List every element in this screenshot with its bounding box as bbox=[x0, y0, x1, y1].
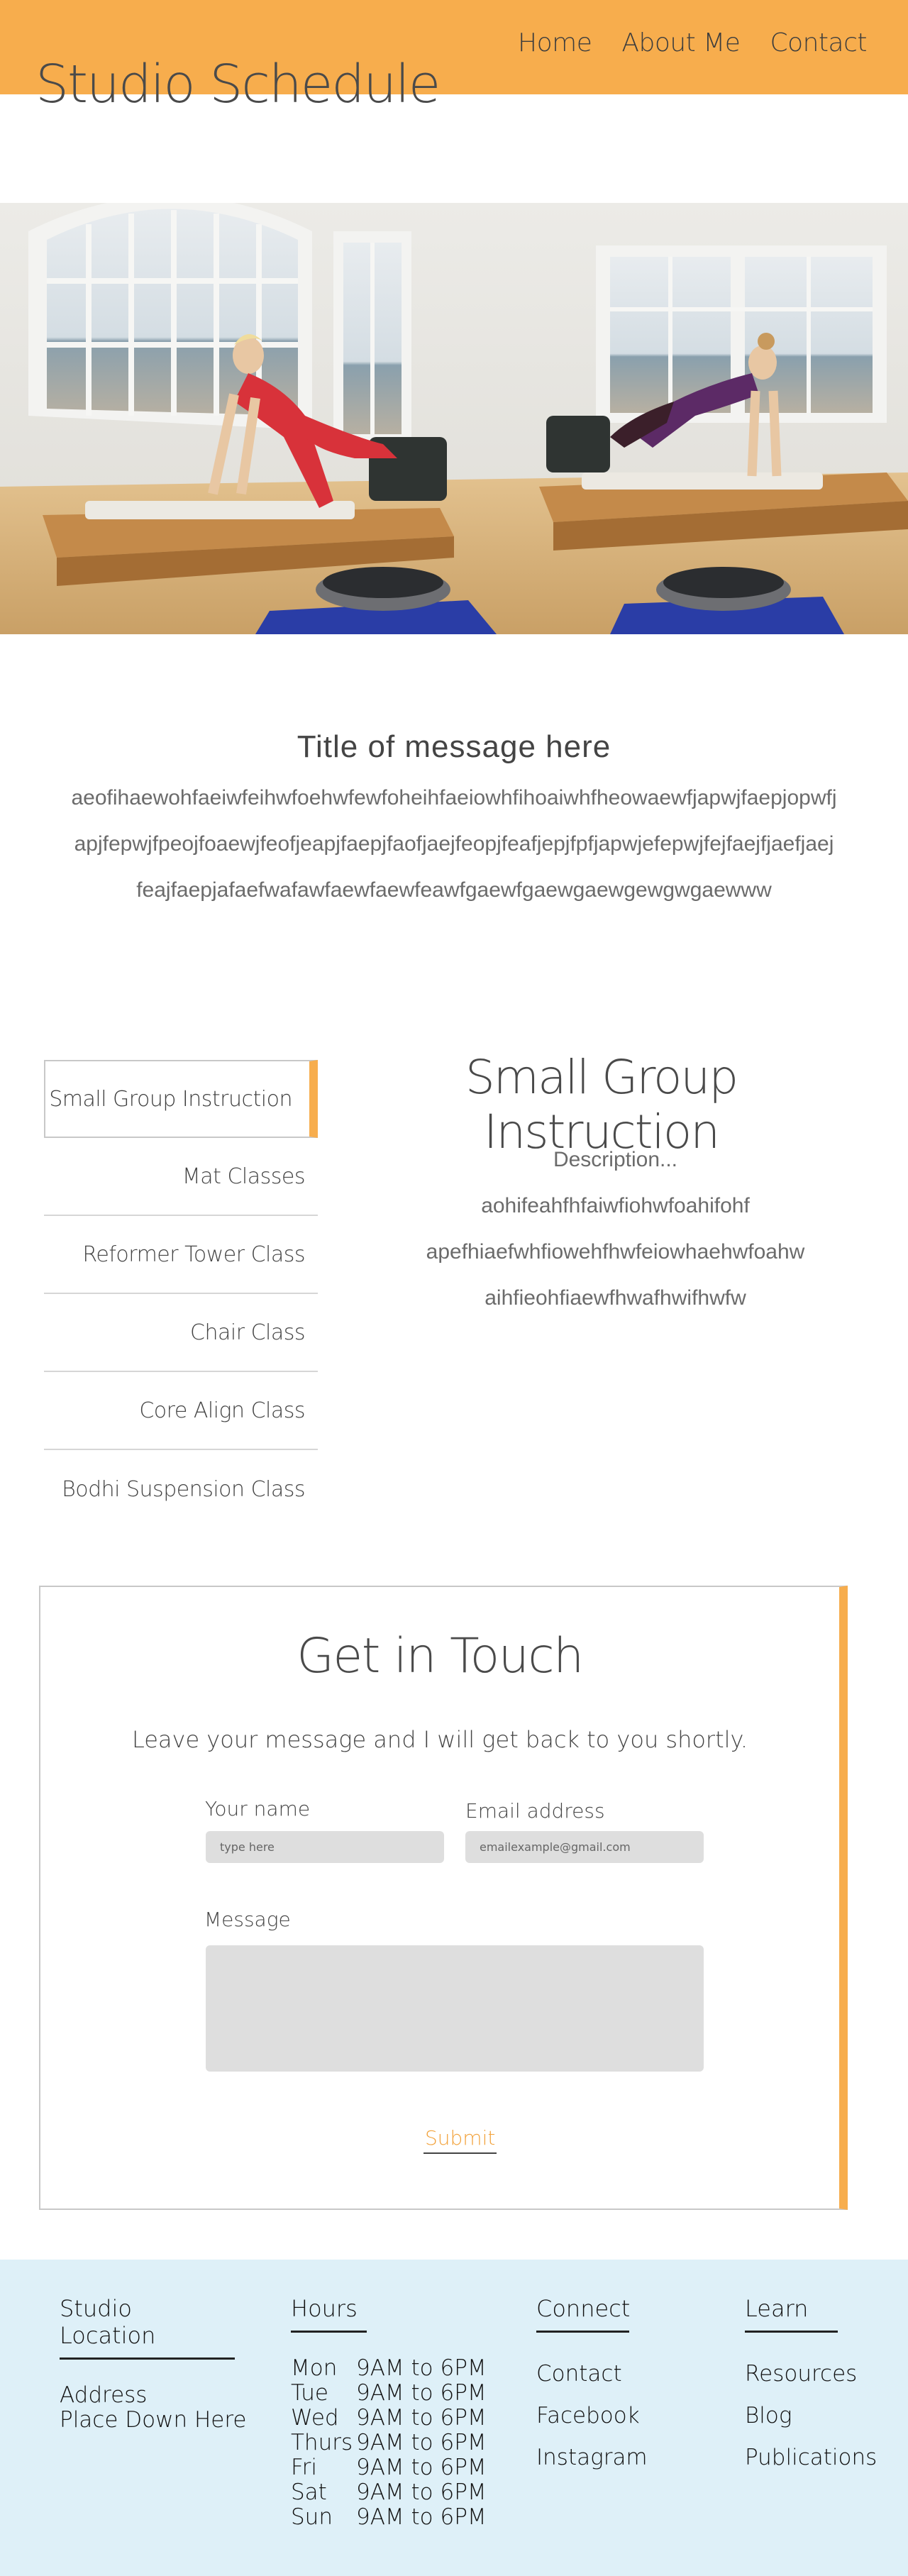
email-input[interactable] bbox=[465, 1831, 704, 1863]
tab-core-align-class[interactable]: Core Align Class bbox=[44, 1372, 318, 1450]
footer-publications-link[interactable]: Publications bbox=[745, 2445, 877, 2487]
email-label: Email address bbox=[465, 1799, 605, 1823]
message-line: aeofihaewohfaeiwfeihwfoehwfewfoheihfaeio… bbox=[71, 786, 837, 809]
contact-subtitle: Leave your message and I will get back t… bbox=[131, 1726, 748, 1753]
hero-image bbox=[0, 203, 908, 634]
hours-day: Tue bbox=[291, 2380, 328, 2406]
hours-row: Tue 9AM to 6PM bbox=[291, 2381, 487, 2406]
footer-heading: Learn bbox=[745, 2295, 838, 2333]
tab-small-group-instruction[interactable]: Small Group Instruction bbox=[44, 1060, 318, 1138]
footer-learn: Learn Resources Blog Publications bbox=[745, 2295, 877, 2487]
footer-resources-link[interactable]: Resources bbox=[745, 2361, 877, 2403]
footer-contact-link[interactable]: Contact bbox=[536, 2361, 648, 2403]
address-line: Address bbox=[60, 2382, 148, 2408]
nav-contact-link[interactable]: Contact bbox=[770, 28, 867, 57]
hours-row: Fri 9AM to 6PM bbox=[291, 2455, 487, 2480]
site-title: Studio Schedule bbox=[35, 54, 441, 115]
hours-time: 9AM to 6PM bbox=[356, 2355, 487, 2381]
contact-form-card: Get in Touch Leave your message and I wi… bbox=[39, 1586, 848, 2210]
hours-time: 9AM to 6PM bbox=[356, 2455, 487, 2480]
class-detail-line: aohifeahfhfaiwfiohwfoahifohf bbox=[481, 1194, 750, 1217]
name-input[interactable] bbox=[206, 1831, 444, 1863]
footer-heading: Hours bbox=[291, 2295, 367, 2333]
hours-day: Mon bbox=[291, 2355, 338, 2381]
message-label: Message bbox=[204, 1908, 291, 1931]
footer-heading: Studio Location bbox=[60, 2295, 235, 2360]
class-detail-line: apefhiaefwhfiowehfhwfeiowhaehwfoahw bbox=[426, 1240, 805, 1264]
tab-reformer-tower-class[interactable]: Reformer Tower Class bbox=[44, 1216, 318, 1294]
hours-day: Sun bbox=[291, 2504, 333, 2530]
hours-row: Wed 9AM to 6PM bbox=[291, 2406, 487, 2431]
site-footer: Studio Location Address Place Down Here … bbox=[0, 2260, 908, 2576]
hours-day: Fri bbox=[291, 2455, 317, 2480]
class-detail-line: aihfieohfiaewfhwafhwifhwfw bbox=[485, 1286, 746, 1310]
hours-time: 9AM to 6PM bbox=[356, 2405, 487, 2431]
address-line: Place Down Here bbox=[60, 2407, 247, 2433]
message-line: apjfepwjfpeojfoaewjfeofjeapjfaepjfaofjae… bbox=[74, 832, 834, 856]
nav-about-link[interactable]: About Me bbox=[621, 28, 741, 57]
hours-row: Sun 9AM to 6PM bbox=[291, 2505, 487, 2530]
footer-heading: Connect bbox=[536, 2295, 630, 2333]
message-textarea[interactable] bbox=[206, 1945, 704, 2072]
footer-connect: Connect Contact Facebook Instagram bbox=[536, 2295, 648, 2487]
hours-time: 9AM to 6PM bbox=[356, 2504, 487, 2530]
message-title: Title of message here bbox=[297, 729, 611, 764]
hours-day: Sat bbox=[291, 2480, 327, 2505]
footer-instagram-link[interactable]: Instagram bbox=[536, 2445, 648, 2487]
hours-day: Thurs bbox=[291, 2430, 353, 2455]
hours-time: 9AM to 6PM bbox=[356, 2480, 487, 2505]
hours-row: Sat 9AM to 6PM bbox=[291, 2480, 487, 2505]
tab-chair-class[interactable]: Chair Class bbox=[44, 1294, 318, 1372]
hours-row: Thurs 9AM to 6PM bbox=[291, 2431, 487, 2455]
footer-facebook-link[interactable]: Facebook bbox=[536, 2403, 648, 2445]
hours-row: Mon 9AM to 6PM bbox=[291, 2356, 487, 2381]
submit-button[interactable]: Submit bbox=[423, 2126, 497, 2154]
message-line: feajfaepjafaefwafawfaewfaewfeawfgaewfgae… bbox=[136, 878, 772, 902]
class-detail-line: Description... bbox=[553, 1148, 678, 1171]
name-label: Your name bbox=[205, 1797, 311, 1820]
hours-time: 9AM to 6PM bbox=[356, 2430, 487, 2455]
hours-day: Wed bbox=[291, 2405, 339, 2431]
main-nav: Home About Me Contact bbox=[518, 28, 867, 57]
tab-bodhi-suspension-class[interactable]: Bodhi Suspension Class bbox=[44, 1450, 318, 1528]
footer-location: Studio Location Address Place Down Here bbox=[60, 2295, 247, 2433]
hours-time: 9AM to 6PM bbox=[356, 2380, 487, 2406]
class-detail-title: Small Group Instruction bbox=[465, 1050, 738, 1159]
footer-blog-link[interactable]: Blog bbox=[745, 2403, 877, 2445]
nav-home-link[interactable]: Home bbox=[518, 28, 592, 57]
tab-mat-classes[interactable]: Mat Classes bbox=[44, 1138, 318, 1216]
class-tab-list: Small Group Instruction Mat Classes Refo… bbox=[44, 1060, 318, 1528]
pilates-studio-photo bbox=[0, 203, 908, 634]
footer-hours: Hours Mon 9AM to 6PM Tue 9AM to 6PM Wed 9AM… bbox=[291, 2295, 487, 2530]
contact-title: Get in Touch bbox=[297, 1628, 584, 1684]
